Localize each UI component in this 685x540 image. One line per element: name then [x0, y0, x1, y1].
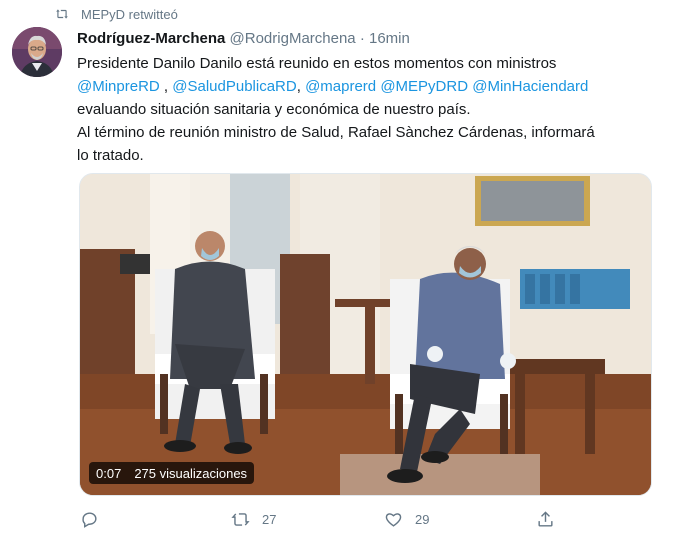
- header-separator: ·: [359, 30, 365, 47]
- mentions-line: @MinpreRD , @SaludPublicaRD, @maprerd @M…: [77, 78, 589, 95]
- tweet-header: Rodríguez-Marchena @RodrigMarchena · 16m…: [77, 30, 410, 47]
- heart-icon: [385, 512, 402, 527]
- share-icon: [538, 510, 553, 527]
- like-count: 29: [415, 511, 430, 527]
- tweet-actions: 27 29: [0, 505, 685, 533]
- reply-button[interactable]: [80, 505, 111, 533]
- retweet-button[interactable]: 27: [231, 505, 276, 533]
- tweet[interactable]: MEPyD retwitteó Rodríguez-Marchena @Rodr…: [0, 0, 685, 540]
- video-views: 275 visualizaciones: [134, 465, 248, 481]
- avatar-image: [12, 27, 62, 77]
- retweet-count: 27: [262, 511, 277, 527]
- tweet-line-3: evaluando situación sanitaria y económic…: [77, 101, 471, 118]
- retweet-context: MEPyD retwitteó: [55, 5, 178, 23]
- mention-mepyd[interactable]: @MEPyDRD: [380, 78, 468, 95]
- video-player[interactable]: [79, 173, 652, 496]
- video-elapsed: 0:07: [96, 465, 122, 481]
- like-button[interactable]: 29: [384, 505, 429, 533]
- author-name[interactable]: Rodríguez-Marchena: [77, 30, 225, 47]
- tweet-line-4: Al término de reunión ministro de Salud,…: [77, 124, 595, 141]
- retweet-action-icon: [231, 512, 250, 526]
- mention-separator: ,: [159, 78, 173, 95]
- mention-maprerd[interactable]: @maprerd: [305, 78, 376, 95]
- video-frame: [80, 174, 651, 495]
- tweet-text: Presidente Danilo Danilo está reunido en…: [77, 52, 657, 167]
- mention-saludpublica[interactable]: @SaludPublicaRD: [172, 78, 296, 95]
- tweet-line-1: Presidente Danilo Danilo está reunido en…: [77, 55, 557, 72]
- mention-minpre[interactable]: @MinpreRD: [77, 78, 160, 95]
- reply-icon: [82, 511, 97, 528]
- avatar[interactable]: [12, 27, 62, 77]
- retweet-icon: [56, 9, 68, 19]
- tweet-line-5: lo tratado.: [77, 147, 144, 164]
- video-timestamp-badge: 0:07 275 visualizaciones: [89, 462, 255, 484]
- tweet-time[interactable]: 16min: [369, 30, 410, 47]
- share-button[interactable]: [536, 505, 555, 533]
- retweet-context-text: MEPyD retwitteó: [81, 6, 178, 22]
- author-handle[interactable]: @RodrigMarchena: [230, 30, 356, 47]
- mention-minhacienda[interactable]: @MinHaciendard: [472, 78, 588, 95]
